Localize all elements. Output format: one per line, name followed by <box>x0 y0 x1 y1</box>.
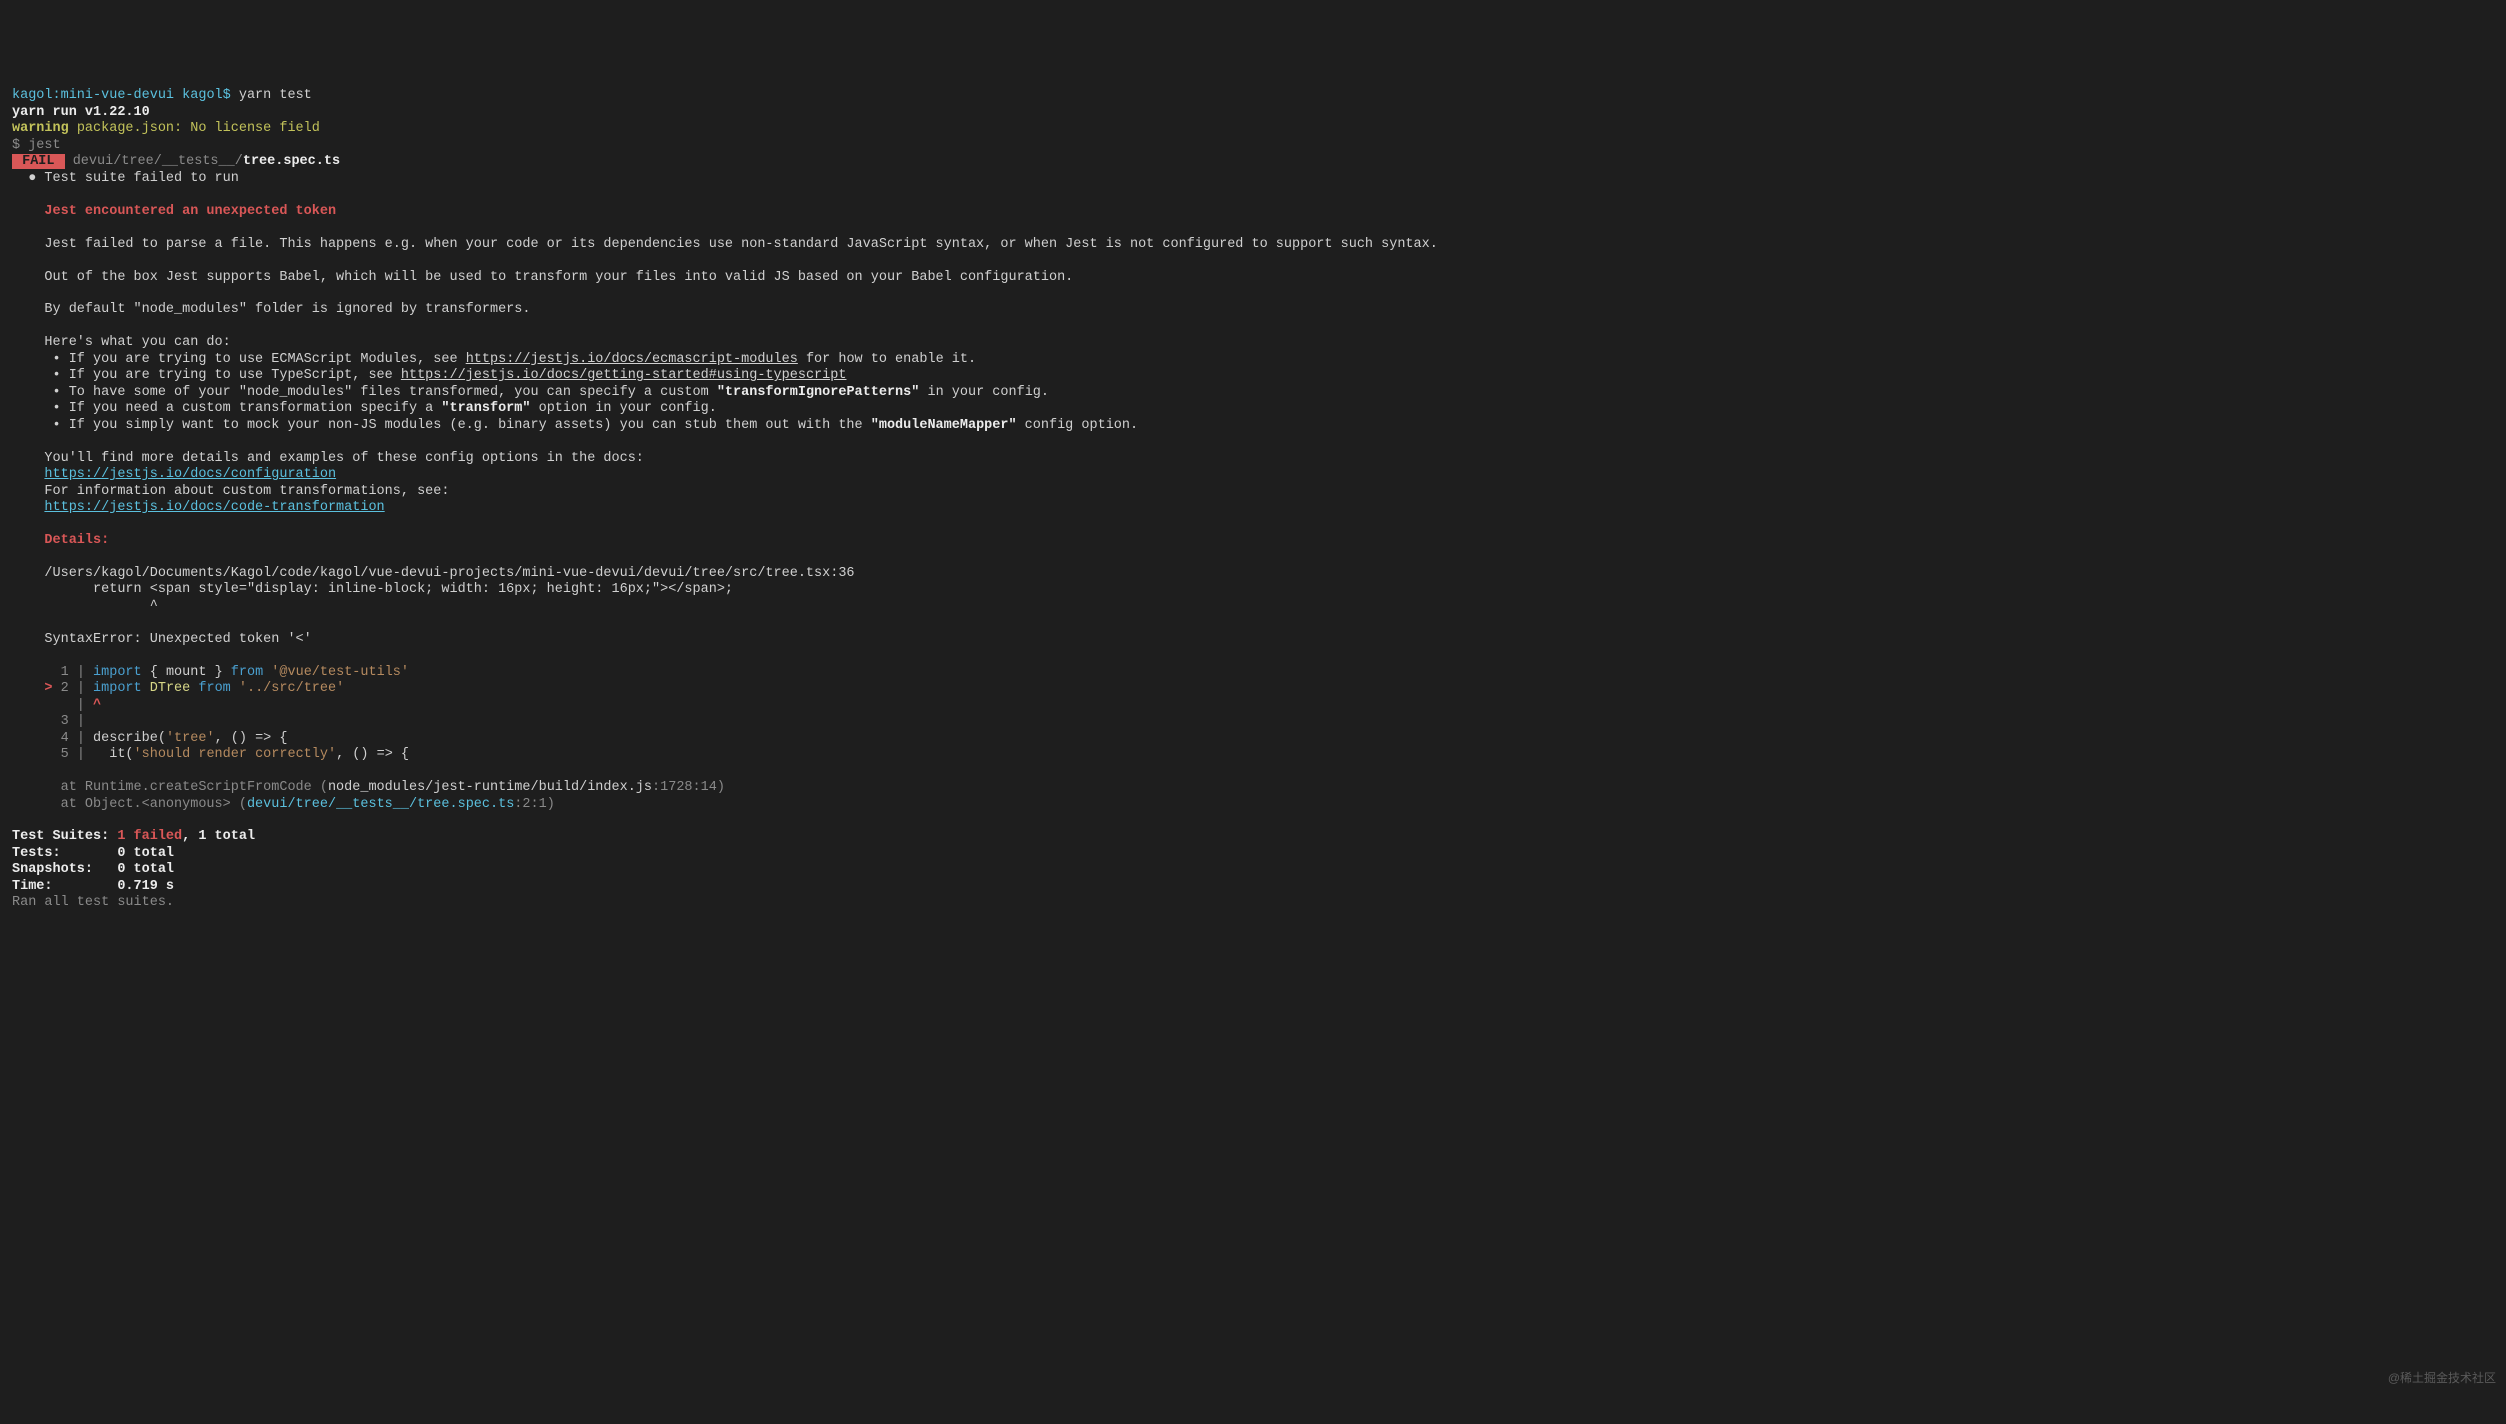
fail-line: FAIL devui/tree/__tests__/tree.spec.ts <box>12 154 340 169</box>
terminal-output: kagol:mini-vue-devui kagol$ yarn test ya… <box>0 82 2506 923</box>
warning-prefix: warning <box>12 121 69 136</box>
code-line-1: 1 | import { mount } from '@vue/test-uti… <box>12 665 409 680</box>
stack-1: at Runtime.createScriptFromCode (node_mo… <box>12 780 725 795</box>
stack-2: at Object.<anonymous> (devui/tree/__test… <box>12 797 555 812</box>
prompt-user: kagol$ <box>182 88 231 103</box>
bold-transform: "transform" <box>441 401 530 416</box>
docs-line: You'll find more details and examples of… <box>12 451 644 466</box>
code-line-2-caret: | ^ <box>12 698 101 713</box>
suite-failed-line: ● Test suite failed to run <box>12 171 239 186</box>
details-heading: Details: <box>12 533 109 548</box>
yarn-run-line: yarn run v1.22.10 <box>12 105 150 120</box>
jest-command: $ jest <box>12 138 61 153</box>
summary-suites: Test Suites: 1 failed, 1 total <box>12 829 255 844</box>
code-line-3: 3 | <box>12 714 93 729</box>
syntax-error-line: SyntaxError: Unexpected token '<' <box>12 632 312 647</box>
return-line: return <span style="display: inline-bloc… <box>12 582 733 597</box>
bullet-4: • If you need a custom transformation sp… <box>12 401 717 416</box>
fail-badge: FAIL <box>12 154 65 169</box>
fail-path-file: tree.spec.ts <box>243 154 340 169</box>
bullet-2: • If you are trying to use TypeScript, s… <box>12 368 846 383</box>
prompt-host: kagol:mini-vue-devui <box>12 88 174 103</box>
watermark: @稀土掘金技术社区 <box>2388 1371 2496 1386</box>
error-para-2: Out of the box Jest supports Babel, whic… <box>12 270 1073 285</box>
code-line-4: 4 | describe('tree', () => { <box>12 731 287 746</box>
prompt-command: yarn test <box>239 88 312 103</box>
fail-path-dim: devui/tree/__tests__/ <box>65 154 243 169</box>
ran-all-line: Ran all test suites. <box>12 895 174 910</box>
transform-line: For information about custom transformat… <box>12 484 449 499</box>
caret-line-1: ^ <box>12 599 158 614</box>
summary-tests: Tests: 0 total <box>12 846 174 861</box>
link-code-transformation[interactable]: https://jestjs.io/docs/code-transformati… <box>44 500 384 515</box>
link-typescript[interactable]: https://jestjs.io/docs/getting-started#u… <box>401 368 847 383</box>
bold-transform-ignore: "transformIgnorePatterns" <box>717 385 920 400</box>
error-title: Jest encountered an unexpected token <box>12 204 336 219</box>
bullet-1: • If you are trying to use ECMAScript Mo… <box>12 352 976 367</box>
summary-snapshots: Snapshots: 0 total <box>12 862 174 877</box>
bullet-5: • If you simply want to mock your non-JS… <box>12 418 1138 433</box>
error-para-1: Jest failed to parse a file. This happen… <box>12 237 1438 252</box>
prompt-line: kagol:mini-vue-devui kagol$ yarn test <box>12 88 312 103</box>
link-ecmascript-modules[interactable]: https://jestjs.io/docs/ecmascript-module… <box>466 352 798 367</box>
code-line-2: > 2 | import DTree from '../src/tree' <box>12 681 344 696</box>
summary-time: Time: 0.719 s <box>12 879 174 894</box>
error-para-3: By default "node_modules" folder is igno… <box>12 302 530 317</box>
code-line-5: 5 | it('should render correctly', () => … <box>12 747 409 762</box>
bold-module-mapper: "moduleNameMapper" <box>871 418 1017 433</box>
link-configuration[interactable]: https://jestjs.io/docs/configuration <box>44 467 336 482</box>
warning-line: warning package.json: No license field <box>12 121 320 136</box>
help-intro: Here's what you can do: <box>12 335 231 350</box>
bullet-3: • To have some of your "node_modules" fi… <box>12 385 1049 400</box>
file-location: /Users/kagol/Documents/Kagol/code/kagol/… <box>12 566 855 581</box>
warning-message: package.json: No license field <box>69 121 320 136</box>
